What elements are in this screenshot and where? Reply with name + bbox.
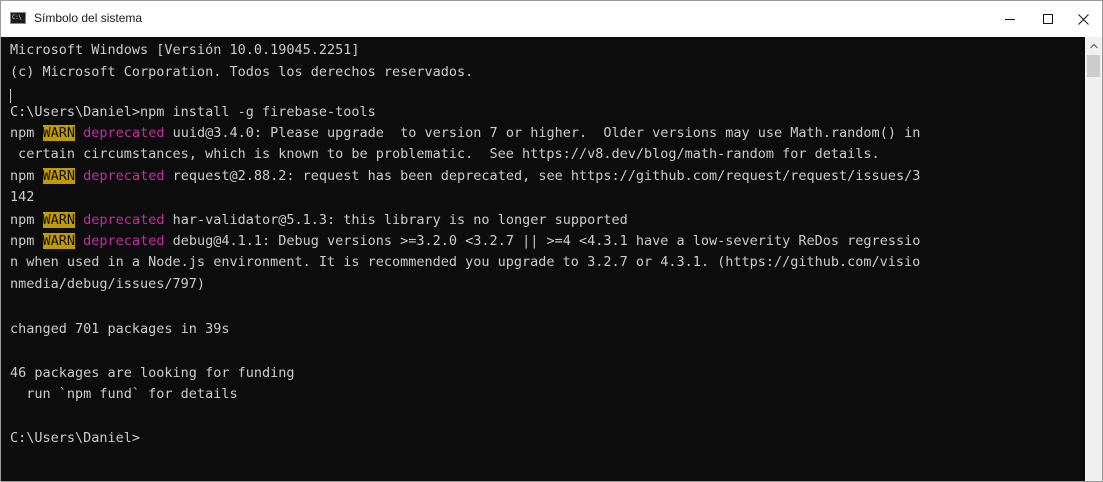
warn-message: har-validator@5.1.3: this library is no … (164, 212, 628, 228)
console-line: Microsoft Windows [Versión 10.0.19045.22… (10, 42, 360, 58)
warn-message: debug@4.1.1: Debug versions >=3.2.0 <3.2… (164, 233, 921, 249)
npm-warn-line: npm WARN deprecated request@2.88.2: requ… (10, 167, 920, 186)
console-line: (c) Microsoft Corporation. Todos los der… (10, 64, 474, 80)
window-title: Símbolo del sistema (34, 11, 143, 25)
npm-prefix: npm (10, 125, 43, 141)
maximize-icon (1043, 14, 1053, 24)
deprecated-tag: deprecated (83, 212, 165, 228)
console-line: 142 (10, 189, 35, 205)
app-icon-text: C:\ (12, 14, 22, 21)
console-line: n when used in a Node.js environment. It… (10, 254, 921, 270)
title-bar[interactable]: C:\ Símbolo del sistema (1, 1, 1102, 38)
close-button[interactable] (1060, 1, 1102, 37)
npm-warn-line: npm WARN deprecated debug@4.1.1: Debug v… (10, 232, 920, 251)
deprecated-tag: deprecated (83, 125, 165, 141)
command-prompt-window: C:\ Símbolo del sistema Microsoft Window… (0, 0, 1103, 482)
npm-prefix: npm (10, 233, 43, 249)
console-line: C:\Users\Daniel>npm install -g firebase-… (10, 104, 376, 120)
deprecated-tag: deprecated (83, 233, 165, 249)
command-prompt: C:\Users\Daniel> (10, 430, 141, 446)
console-line: 46 packages are looking for funding (10, 365, 295, 381)
warn-badge: WARN (42, 233, 76, 249)
console-output[interactable]: Microsoft Windows [Versión 10.0.19045.22… (1, 37, 1085, 481)
minimize-icon (1005, 19, 1015, 20)
console-line: nmedia/debug/issues/797) (10, 276, 206, 292)
chevron-up-icon (1089, 43, 1098, 48)
scrollbar-thumb[interactable] (1087, 55, 1100, 77)
npm-prefix: npm (10, 168, 43, 184)
console-line: changed 701 packages in 39s (10, 321, 230, 337)
console-line: run `npm fund` for details (10, 386, 238, 402)
close-icon (1077, 13, 1089, 25)
warn-badge: WARN (42, 168, 76, 184)
deprecated-tag: deprecated (83, 168, 165, 184)
npm-warn-line: npm WARNnpm deprecated uuid@3.4.0: Pleas… (10, 124, 920, 143)
scroll-up-button[interactable] (1085, 37, 1102, 54)
warn-badge: WARN (42, 212, 76, 228)
npm-prefix: npm (10, 212, 43, 228)
warn-message: request@2.88.2: request has been depreca… (164, 168, 921, 184)
warn-message: uuid@3.4.0: Please upgrade to version 7 … (164, 125, 921, 141)
warn-badge: WARN (42, 125, 76, 141)
vertical-scrollbar[interactable] (1085, 37, 1102, 481)
console-line: certain circumstances, which is known to… (10, 146, 880, 162)
line-marker (10, 89, 11, 103)
npm-warn-line: npm WARN deprecated har-validator@5.1.3:… (10, 211, 628, 230)
console-app-icon[interactable]: C:\ (10, 12, 26, 24)
